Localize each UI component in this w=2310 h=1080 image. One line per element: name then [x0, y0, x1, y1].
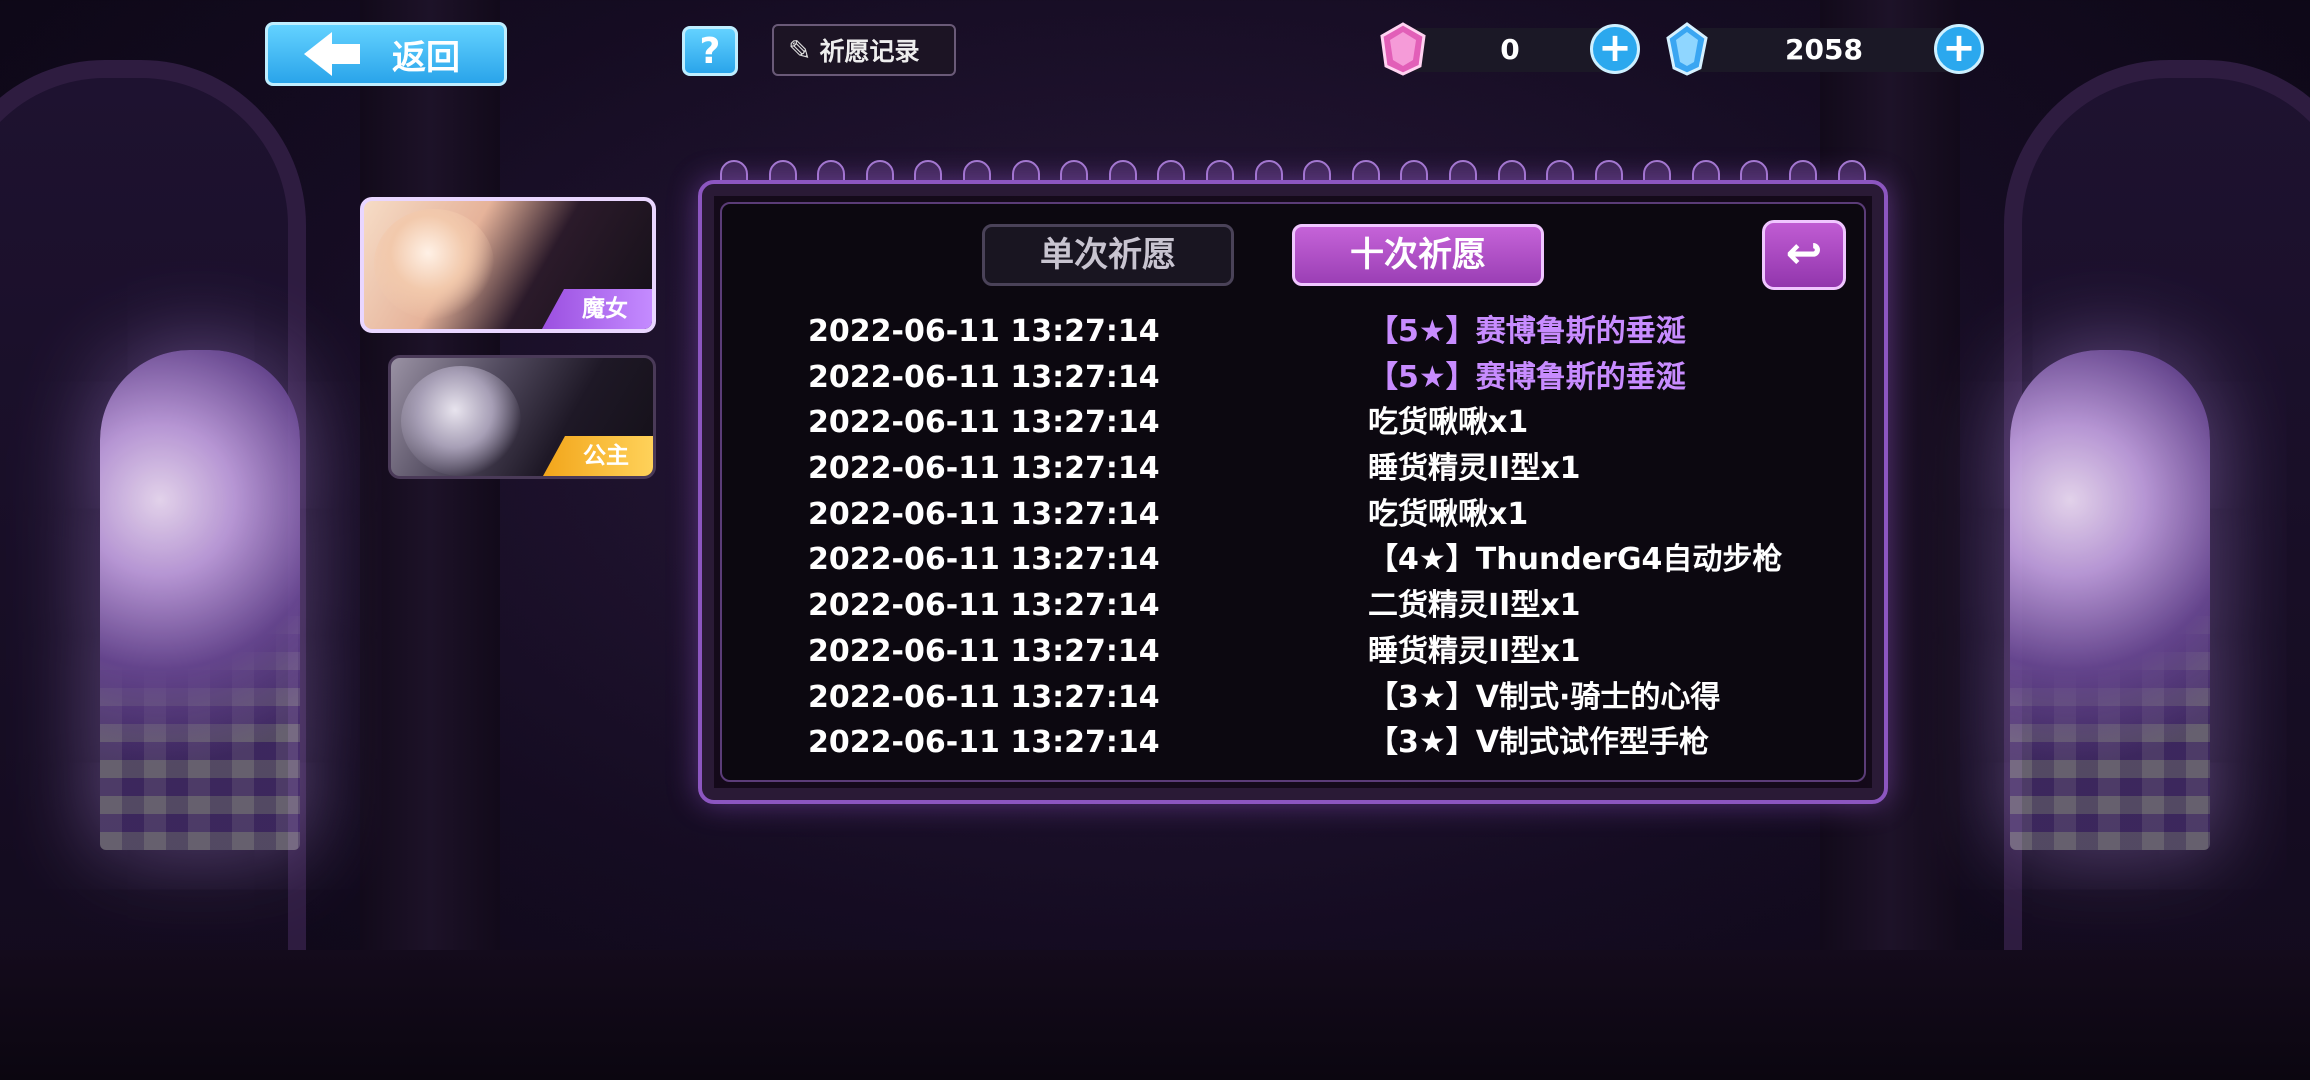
- record-time: 2022-06-11 13:27:14: [808, 314, 1160, 349]
- prayer-record-button[interactable]: ✎ 祈愿记录: [772, 24, 956, 76]
- record-time: 2022-06-11 13:27:14: [808, 633, 1160, 669]
- add-blue-crystal-button[interactable]: +: [1934, 24, 1984, 74]
- character-tag: 公主: [543, 436, 653, 476]
- record-row: 2022-06-11 13:27:14 睡货精灵II型x1: [808, 629, 1808, 675]
- pink-gem-currency: 0 +: [1380, 22, 1640, 76]
- record-time: 2022-06-11 13:27:14: [808, 451, 1160, 487]
- right-stained-glass-window: [2010, 350, 2210, 850]
- record-row: 2022-06-11 13:27:14 【5★】赛博鲁斯的垂涎: [808, 355, 1808, 401]
- back-button[interactable]: 返回: [265, 22, 507, 86]
- floor: [0, 950, 2310, 1080]
- record-item: 睡货精灵II型x1: [1368, 451, 1581, 487]
- record-item: 【3★】V制式试作型手枪: [1368, 725, 1709, 761]
- record-row: 2022-06-11 13:27:14 【3★】V制式·骑士的心得: [808, 675, 1808, 721]
- blue-crystal-count: 2058: [1785, 33, 1863, 66]
- record-time: 2022-06-11 13:27:14: [808, 496, 1160, 532]
- record-row: 2022-06-11 13:27:14 二货精灵II型x1: [808, 583, 1808, 629]
- record-item: 吃货啾啾x1: [1368, 496, 1529, 532]
- witch-portrait: [374, 209, 494, 319]
- record-row: 2022-06-11 13:27:14 【5★】赛博鲁斯的垂涎: [808, 309, 1808, 355]
- back-label: 返回: [392, 37, 460, 78]
- blue-crystal-icon: [1666, 22, 1708, 76]
- record-item: 【5★】赛博鲁斯的垂涎: [1368, 359, 1686, 395]
- left-stained-glass-window: [100, 350, 300, 850]
- add-pink-gem-button[interactable]: +: [1590, 24, 1640, 74]
- record-row: 2022-06-11 13:27:14 吃货啾啾x1: [808, 400, 1808, 446]
- record-time: 2022-06-11 13:27:14: [808, 405, 1160, 441]
- record-item: 二货精灵II型x1: [1368, 588, 1581, 624]
- blue-crystal-currency: 2058 +: [1666, 22, 1984, 76]
- pink-gem-icon: [1380, 22, 1426, 76]
- tab-single-prayer[interactable]: 单次祈愿: [982, 224, 1234, 286]
- help-button[interactable]: ?: [682, 26, 738, 76]
- record-time: 2022-06-11 13:27:14: [808, 679, 1160, 715]
- princess-portrait: [401, 366, 521, 476]
- record-time: 2022-06-11 13:27:14: [808, 542, 1160, 578]
- prayer-record-label: 祈愿记录: [819, 37, 920, 66]
- record-list: 2022-06-11 13:27:14 【5★】赛博鲁斯的垂涎 2022-06-…: [808, 309, 1808, 766]
- scroll-icon: ✎: [788, 33, 812, 67]
- back-arrow-icon: [304, 32, 360, 76]
- record-time: 2022-06-11 13:27:14: [808, 588, 1160, 624]
- undo-arrow-icon: ↩: [1785, 228, 1823, 279]
- record-item: 吃货啾啾x1: [1368, 405, 1529, 441]
- record-item: 【4★】ThunderG4自动步枪: [1368, 542, 1783, 578]
- record-time: 2022-06-11 13:27:14: [808, 725, 1160, 761]
- return-button[interactable]: ↩: [1762, 220, 1846, 290]
- record-item: 【5★】赛博鲁斯的垂涎: [1368, 314, 1686, 349]
- record-row: 2022-06-11 13:27:14 【4★】ThunderG4自动步枪: [808, 537, 1808, 583]
- character-card-witch[interactable]: 魔女: [360, 197, 656, 333]
- record-item: 睡货精灵II型x1: [1368, 633, 1581, 669]
- record-item: 【3★】V制式·骑士的心得: [1368, 679, 1721, 715]
- record-row: 2022-06-11 13:27:14 【3★】V制式试作型手枪: [808, 720, 1808, 766]
- character-tag: 魔女: [542, 289, 652, 329]
- pink-gem-count: 0: [1500, 33, 1520, 66]
- record-time: 2022-06-11 13:27:14: [808, 359, 1160, 395]
- record-row: 2022-06-11 13:27:14 吃货啾啾x1: [808, 492, 1808, 538]
- character-card-princess[interactable]: 公主: [388, 355, 656, 479]
- record-row: 2022-06-11 13:27:14 睡货精灵II型x1: [808, 446, 1808, 492]
- tab-ten-prayer[interactable]: 十次祈愿: [1292, 224, 1544, 286]
